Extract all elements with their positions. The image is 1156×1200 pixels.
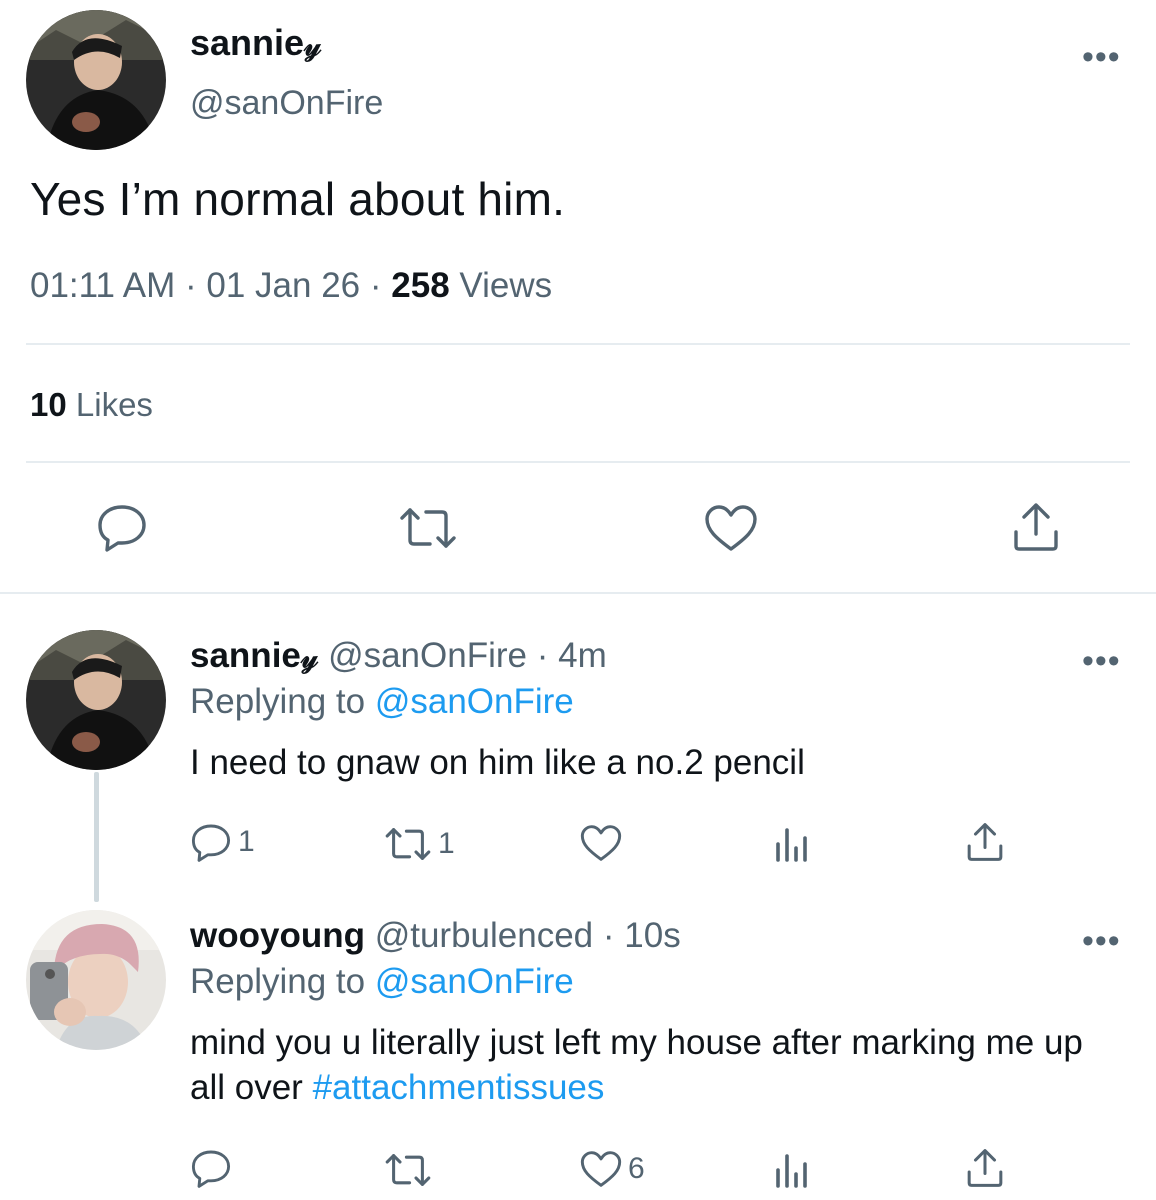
replying-label: Replying to <box>190 962 366 1001</box>
share-icon[interactable] <box>966 1148 1004 1188</box>
display-name[interactable]: sannie𝓎 <box>190 22 321 64</box>
section-divider <box>0 592 1156 594</box>
reply-icon[interactable] <box>96 502 148 552</box>
like-icon <box>580 1151 622 1187</box>
tweet-date[interactable]: 01 Jan 26 <box>206 266 360 305</box>
separator-dot: · <box>536 636 549 675</box>
reply-handle[interactable]: @sanOnFire <box>328 636 527 675</box>
name-symbol: 𝓎 <box>300 641 319 674</box>
reply-display-name[interactable]: wooyoung <box>190 916 365 955</box>
divider <box>26 461 1130 463</box>
name-symbol: 𝓎 <box>304 29 322 62</box>
thread-connector <box>94 772 99 902</box>
reply-age[interactable]: 4m <box>558 636 607 675</box>
reply-icon <box>191 1150 231 1188</box>
reply-text: mind you u literally just left my house … <box>190 1020 1110 1110</box>
like-icon <box>580 825 622 861</box>
reply-handle[interactable]: @turbulenced <box>375 916 593 955</box>
replying-to-link[interactable]: @sanOnFire <box>375 962 574 1001</box>
likes-label: Likes <box>75 386 153 423</box>
reply-action[interactable]: 1 <box>190 822 255 862</box>
views-label: Views <box>459 266 553 305</box>
replying-to-link[interactable]: @sanOnFire <box>375 682 574 721</box>
likes-summary[interactable]: 10 Likes <box>30 386 153 424</box>
more-options-icon[interactable]: ••• <box>1082 644 1121 678</box>
hashtag-link[interactable]: #attachmentissues <box>313 1068 605 1107</box>
reply-display-name-text: sannie <box>190 636 301 675</box>
retweet-count: 1 <box>438 827 455 860</box>
tweet-meta: 01:11 AM · 01 Jan 26 · 258 Views <box>30 266 552 306</box>
more-options-icon[interactable]: ••• <box>1082 924 1121 958</box>
replying-to: Replying to @sanOnFire <box>190 682 574 722</box>
separator-dot: · <box>369 266 392 305</box>
reply-action[interactable] <box>190 1148 238 1188</box>
handle[interactable]: @sanOnFire <box>190 84 383 123</box>
share-icon[interactable] <box>1012 502 1060 552</box>
analytics-icon[interactable] <box>774 1152 810 1188</box>
analytics-icon[interactable] <box>774 826 810 862</box>
reply-display-name[interactable]: sannie𝓎 <box>190 636 318 675</box>
separator-dot: · <box>185 266 207 305</box>
separator-dot: · <box>602 916 615 955</box>
more-options-icon[interactable]: ••• <box>1082 40 1121 74</box>
retweet-action[interactable] <box>384 1152 438 1188</box>
reply-header: wooyoung @turbulenced · 10s <box>190 916 681 956</box>
like-action[interactable]: 6 <box>580 1150 645 1188</box>
replying-to: Replying to @sanOnFire <box>190 962 574 1002</box>
retweet-icon <box>385 828 431 860</box>
tweet-time[interactable]: 01:11 AM <box>30 266 175 305</box>
like-count: 6 <box>628 1152 645 1185</box>
display-name-text: sannie <box>190 22 305 63</box>
reply-header: sannie𝓎 @sanOnFire · 4m <box>190 636 607 676</box>
replying-label: Replying to <box>190 682 366 721</box>
like-action[interactable] <box>580 824 628 862</box>
share-icon[interactable] <box>966 822 1004 862</box>
retweet-icon <box>385 1154 431 1186</box>
retweet-action[interactable]: 1 <box>384 826 455 862</box>
views-count: 258 <box>391 266 450 305</box>
retweet-icon[interactable] <box>398 506 458 550</box>
like-icon[interactable] <box>704 504 758 552</box>
reply-count: 1 <box>238 825 255 858</box>
avatar-sannie[interactable] <box>26 10 166 150</box>
tweet-text: Yes I’m normal about him. <box>30 173 566 225</box>
divider <box>26 343 1130 345</box>
reply-text: I need to gnaw on him like a no.2 pencil <box>190 743 805 782</box>
avatar-wooyoung[interactable] <box>26 910 166 1050</box>
reply-age[interactable]: 10s <box>624 916 680 955</box>
avatar-sannie-reply[interactable] <box>26 630 166 770</box>
reply-icon <box>191 824 231 862</box>
likes-count: 10 <box>30 386 67 423</box>
